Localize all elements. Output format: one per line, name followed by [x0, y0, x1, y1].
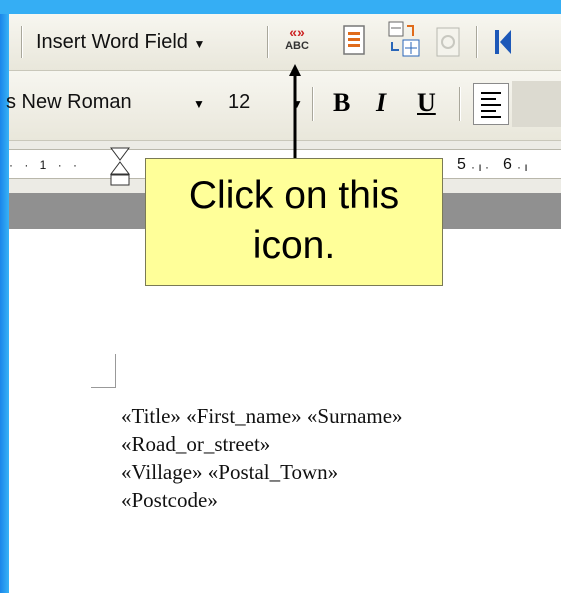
propagate-labels-icon[interactable] — [434, 26, 462, 63]
callout-line-2: icon. — [252, 224, 336, 267]
match-fields-icon[interactable] — [387, 20, 421, 65]
toolbar-separator — [267, 26, 269, 58]
indent-marker-icon[interactable] — [109, 146, 131, 186]
font-name-value: s New Roman — [6, 91, 132, 113]
margin-corner-mark — [115, 354, 116, 388]
instruction-callout: Click on this icon. — [145, 158, 443, 286]
font-size-select[interactable]: 12 — [228, 91, 250, 114]
ruler-ticks-left: · · 1 · · — [9, 158, 82, 172]
merge-field-line[interactable]: «Postcode» — [121, 488, 218, 513]
left-frame-edge — [0, 0, 9, 593]
toolbar-separator — [312, 87, 314, 121]
bold-button[interactable]: B — [333, 88, 350, 118]
font-size-value: 12 — [228, 91, 251, 113]
chevron-down-icon: ▼ — [193, 37, 206, 51]
toolbar-separator — [459, 87, 461, 121]
align-left-icon — [481, 92, 501, 118]
callout-line-1: Click on this — [188, 174, 400, 217]
merge-field-icon-label: ABC — [285, 40, 309, 52]
toolbar-overflow — [512, 81, 561, 127]
toolbar-separator — [21, 26, 23, 58]
italic-button[interactable]: I — [376, 88, 386, 118]
ruler-number-5: 5 — [457, 156, 466, 173]
merge-field-line[interactable]: «Village» «Postal_Town» — [121, 460, 338, 485]
insert-word-field-button[interactable]: Insert Word Field ▼ — [36, 31, 205, 54]
ruler-number-6: 6 — [503, 156, 512, 173]
top-frame-edge — [0, 0, 561, 14]
margin-corner-mark — [91, 387, 116, 388]
mail-merge-document-icon[interactable] — [341, 24, 367, 63]
merge-field-line[interactable]: «Road_or_street» — [121, 432, 270, 457]
pointer-arrow — [289, 64, 301, 160]
underline-button[interactable]: U — [417, 88, 436, 118]
view-merged-data-icon[interactable]: «» ABC — [280, 25, 314, 57]
merge-field-line[interactable]: «Title» «First_name» «Surname» — [121, 404, 403, 429]
chevron-down-icon[interactable]: ▼ — [193, 97, 205, 111]
align-left-button[interactable] — [473, 83, 509, 125]
toolbar-separator — [476, 26, 478, 58]
first-record-icon[interactable] — [493, 28, 513, 61]
mail-merge-toolbar: Insert Word Field ▼ «» ABC — [9, 14, 561, 71]
font-name-select[interactable]: s New Roman — [6, 91, 132, 114]
insert-word-field-label: Insert Word Field — [36, 31, 188, 53]
